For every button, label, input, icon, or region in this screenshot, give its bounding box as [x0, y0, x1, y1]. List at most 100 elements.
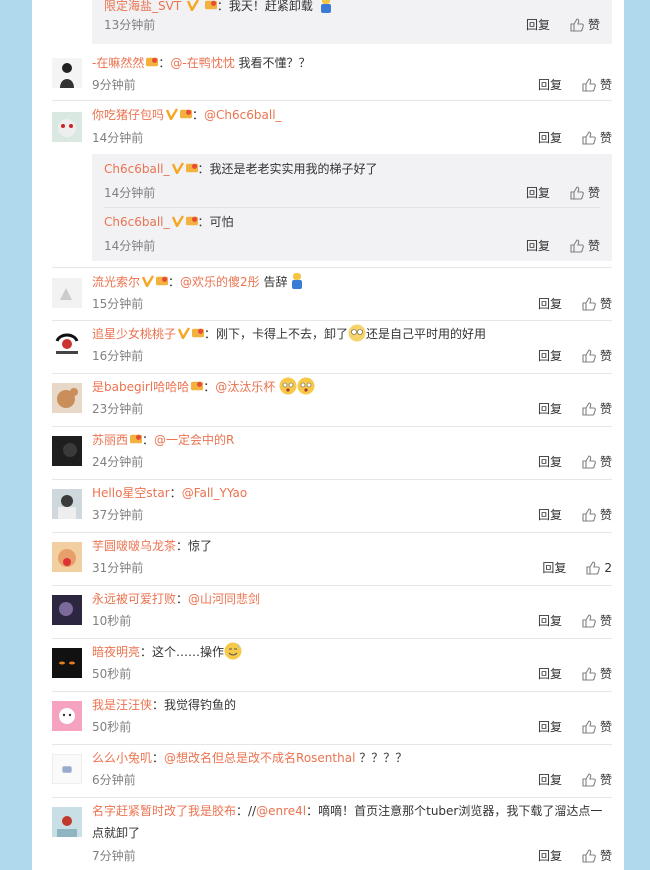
- like-button[interactable]: 赞: [582, 129, 612, 147]
- thumbs-up-icon: [582, 667, 596, 681]
- mention-link[interactable]: @enre4l: [256, 804, 306, 818]
- comment-item: -在嘛然然 ：@-在鸭忱忱 我看不懂？？ 9分钟前 回复 赞: [52, 50, 612, 101]
- like-button[interactable]: 2: [586, 559, 612, 577]
- reply-button[interactable]: 回复: [538, 506, 562, 524]
- like-button[interactable]: 赞: [582, 506, 612, 524]
- sub-reply-username[interactable]: 限定海盐_SVT: [104, 0, 181, 13]
- avatar[interactable]: [52, 595, 82, 625]
- thumbs-up-icon: [582, 402, 596, 416]
- comment-item: Hello星空star：@Fall_YYao 37分钟前 回复 赞: [52, 480, 612, 533]
- timestamp: 16分钟前: [92, 349, 144, 363]
- comment-username[interactable]: 么么小兔叽: [92, 751, 152, 765]
- verified-v-icon: [187, 0, 199, 11]
- sub-reply: Ch6c6ball_ ：可怕 14分钟前 回复 赞: [104, 215, 600, 255]
- reply-button[interactable]: 回复: [538, 76, 562, 94]
- timestamp: 10秒前: [92, 614, 132, 628]
- mention-link[interactable]: @-在鸭忱忱: [170, 56, 234, 70]
- reply-button[interactable]: 回复: [526, 237, 550, 255]
- comment-item: 暗夜明亮：这个……操作 50秒前 回复 赞: [52, 639, 612, 692]
- comment-username[interactable]: 暗夜明亮: [92, 645, 140, 659]
- avatar[interactable]: [52, 754, 82, 784]
- avatar[interactable]: [52, 383, 82, 413]
- like-button[interactable]: 赞: [582, 400, 612, 418]
- member-badge-icon: [146, 57, 159, 67]
- timestamp: 14分钟前: [104, 186, 156, 200]
- mention-link[interactable]: @欢乐的傻2彤: [180, 275, 260, 289]
- timestamp: 13分钟前: [104, 18, 156, 32]
- avatar[interactable]: [52, 489, 82, 519]
- like-button[interactable]: 赞: [582, 612, 612, 630]
- avatar[interactable]: [52, 58, 82, 88]
- avatar[interactable]: [52, 648, 82, 678]
- comment-username[interactable]: 是babegirl哈哈哈: [92, 380, 189, 394]
- reply-button[interactable]: 回复: [538, 847, 562, 865]
- thumbs-up-icon: [570, 239, 584, 253]
- comment-username[interactable]: 流光索尔: [92, 275, 140, 289]
- emoji-icon: [291, 273, 302, 289]
- thumbs-up-icon: [586, 561, 601, 575]
- like-button[interactable]: 赞: [582, 771, 612, 789]
- like-button[interactable]: 赞: [570, 16, 600, 34]
- thumbs-up-icon: [582, 720, 596, 734]
- reply-button[interactable]: 回复: [526, 184, 550, 202]
- comment-username[interactable]: 我是汪汪侠: [92, 698, 152, 712]
- comment-username[interactable]: 追星少女桃桃子: [92, 327, 176, 341]
- like-button[interactable]: 赞: [582, 453, 612, 471]
- avatar[interactable]: [52, 807, 82, 837]
- mention-link[interactable]: @想改名但总是改不成名Rosenthal: [164, 751, 355, 765]
- comment-item: 名字赶紧暂时改了我是胶布：//@enre4l：嘀嘀！首页注意那个tuber浏览器…: [52, 798, 612, 870]
- avatar[interactable]: [52, 329, 82, 359]
- mention-link[interactable]: @山河同悲剑: [188, 592, 260, 606]
- like-button[interactable]: 赞: [570, 184, 600, 202]
- sub-reply-username[interactable]: Ch6c6ball_: [104, 162, 170, 176]
- reply-button[interactable]: 回复: [538, 718, 562, 736]
- mention-link[interactable]: @一定会中的R: [154, 433, 234, 447]
- sub-reply-username[interactable]: Ch6c6ball_: [104, 215, 170, 229]
- comment-username[interactable]: 永远被可爱打败: [92, 592, 176, 606]
- avatar[interactable]: [52, 701, 82, 731]
- comment-username[interactable]: Hello星空star: [92, 486, 170, 500]
- reply-button[interactable]: 回复: [526, 16, 550, 34]
- thumbs-up-icon: [582, 773, 596, 787]
- verified-v-icon: [171, 215, 184, 227]
- comment-username[interactable]: 名字赶紧暂时改了我是胶布: [92, 804, 236, 818]
- like-button[interactable]: 赞: [582, 76, 612, 94]
- mention-link[interactable]: @Fall_YYao: [182, 486, 248, 500]
- like-button[interactable]: 赞: [582, 665, 612, 683]
- like-button[interactable]: 赞: [570, 237, 600, 255]
- like-button[interactable]: 赞: [582, 718, 612, 736]
- avatar[interactable]: [52, 112, 82, 142]
- reply-button[interactable]: 回复: [542, 559, 566, 577]
- reply-button[interactable]: 回复: [538, 665, 562, 683]
- like-button[interactable]: 赞: [582, 347, 612, 365]
- mention-link[interactable]: @Ch6c6ball_: [204, 108, 282, 122]
- reply-button[interactable]: 回复: [538, 612, 562, 630]
- member-badge-icon: [191, 381, 204, 391]
- shocked-face-emoji-icon: [297, 377, 315, 395]
- emoji-icon: [320, 0, 331, 13]
- reply-button[interactable]: 回复: [538, 771, 562, 789]
- reply-button[interactable]: 回复: [538, 347, 562, 365]
- thumbs-up-icon: [582, 508, 596, 522]
- comment-item: 永远被可爱打败：@山河同悲剑 10秒前 回复 赞: [52, 586, 612, 639]
- like-button[interactable]: 赞: [582, 847, 612, 865]
- reply-button[interactable]: 回复: [538, 400, 562, 418]
- sub-reply: 限定海盐_SVT ：我天！赶紧卸载 13分钟前 回复 赞: [104, 0, 600, 44]
- reply-button[interactable]: 回复: [538, 295, 562, 313]
- comment-username[interactable]: -在嘛然然: [92, 56, 144, 70]
- comment-username[interactable]: 你吃猪仔包吗: [92, 108, 164, 122]
- comment-item: 追星少女桃桃子 ：刚下，卡得上不去，卸了 还是自己平时用的好用 16分钟前 回复 赞: [52, 321, 612, 374]
- shocked-face-emoji-icon: [279, 377, 297, 395]
- like-button[interactable]: 赞: [582, 295, 612, 313]
- comment-username[interactable]: 苏丽西: [92, 433, 128, 447]
- timestamp: 6分钟前: [92, 773, 136, 787]
- avatar[interactable]: [52, 278, 82, 308]
- reply-button[interactable]: 回复: [538, 453, 562, 471]
- reply-button[interactable]: 回复: [538, 129, 562, 147]
- avatar[interactable]: [52, 542, 82, 572]
- comment-username[interactable]: 芋圆啵啵乌龙茶: [92, 539, 176, 553]
- mention-link[interactable]: @汰汰乐杯: [215, 380, 275, 394]
- timestamp: 31分钟前: [92, 561, 144, 575]
- comment-item: 是babegirl哈哈哈 ：@汰汰乐杯 23分钟前 回复 赞: [52, 374, 612, 427]
- avatar[interactable]: [52, 436, 82, 466]
